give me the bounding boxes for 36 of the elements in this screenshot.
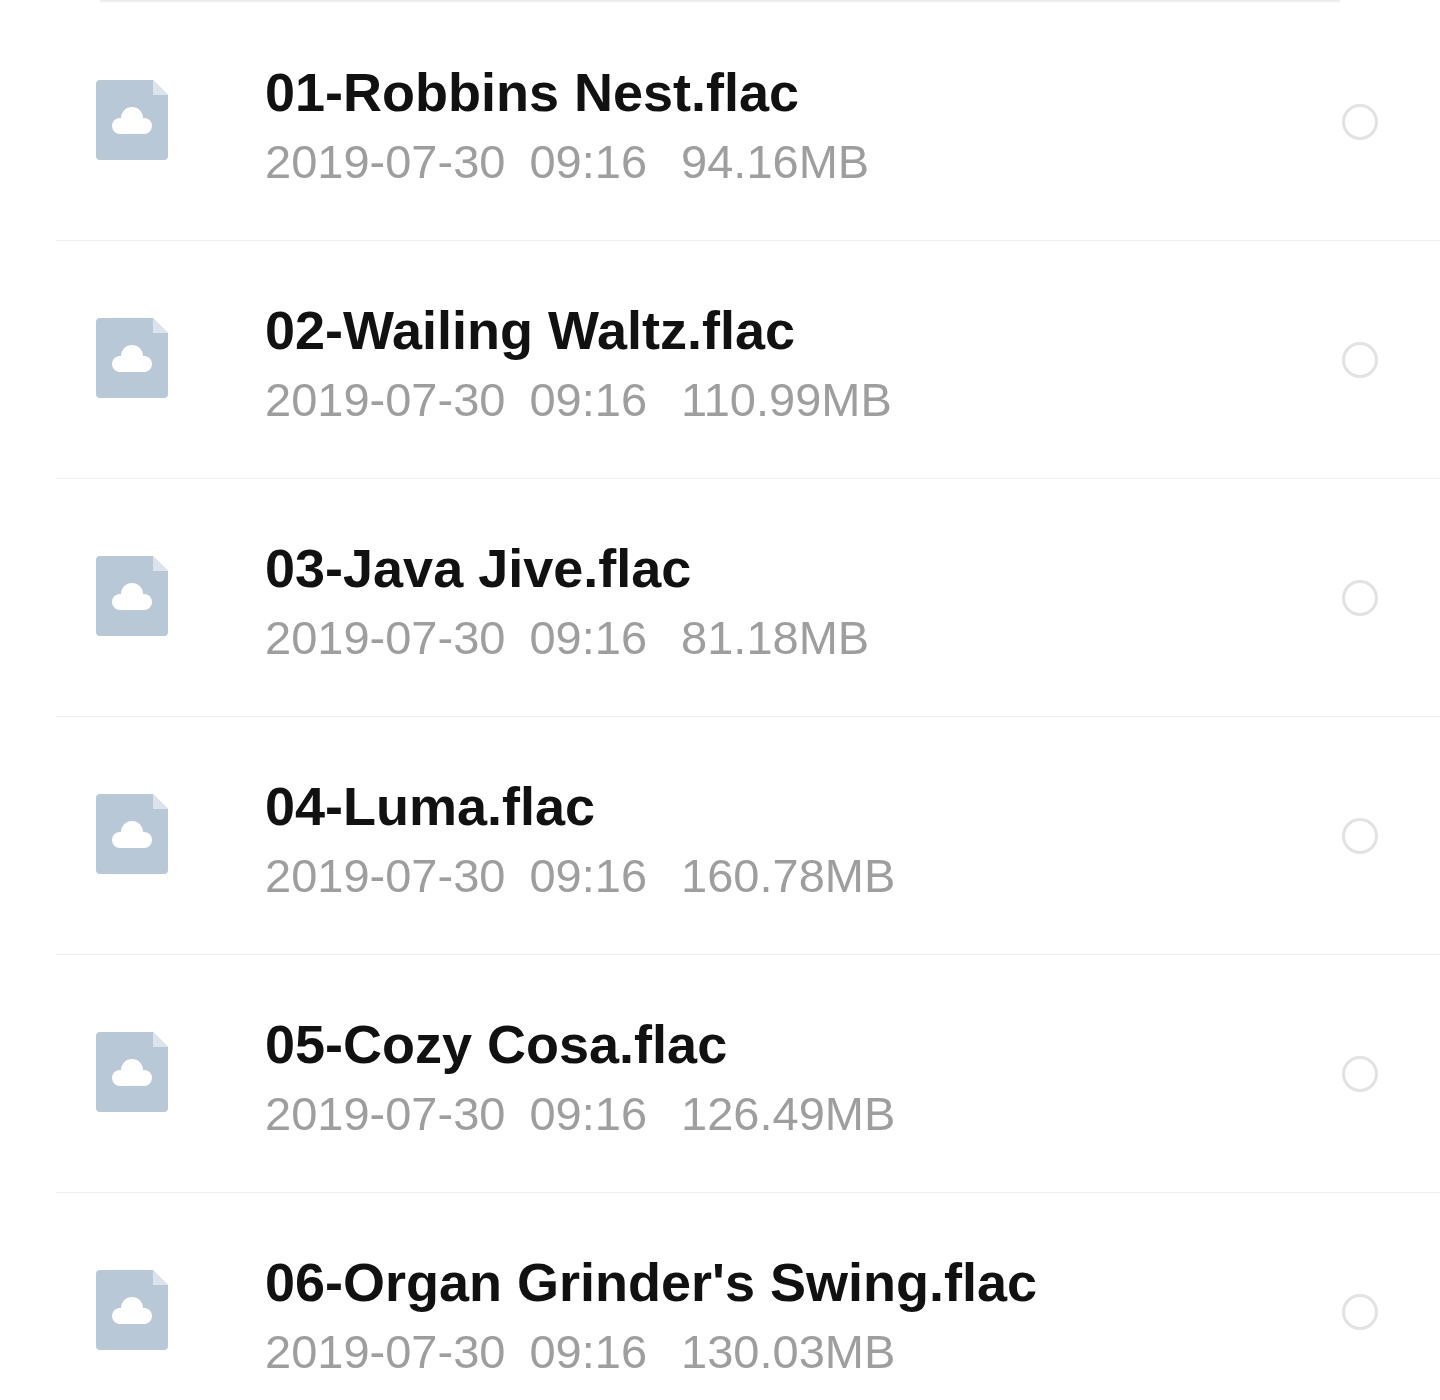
select-radio[interactable] bbox=[1342, 103, 1378, 140]
file-size: 126.49MB bbox=[681, 1086, 896, 1142]
file-size: 110.99MB bbox=[681, 372, 892, 428]
cloud-file-icon bbox=[96, 80, 168, 160]
file-time: 09:16 bbox=[529, 372, 648, 428]
file-size: 160.78MB bbox=[681, 848, 896, 904]
file-time: 09:16 bbox=[529, 1086, 648, 1142]
file-date: 2019-07-30 bbox=[265, 134, 506, 190]
file-date: 2019-07-30 bbox=[265, 610, 506, 666]
select-radio[interactable] bbox=[1342, 817, 1378, 854]
cloud-file-icon bbox=[96, 1270, 168, 1350]
select-radio[interactable] bbox=[1342, 1055, 1378, 1092]
select-radio[interactable] bbox=[1342, 1293, 1378, 1330]
file-name: 03-Java Jive.flac bbox=[265, 537, 692, 599]
file-name: 05-Cozy Cosa.flac bbox=[265, 1013, 728, 1075]
file-size: 81.18MB bbox=[681, 610, 870, 666]
file-time: 09:16 bbox=[529, 610, 648, 666]
file-size: 130.03MB bbox=[681, 1324, 896, 1380]
file-name: 02-Wailing Waltz.flac bbox=[265, 299, 796, 361]
file-time: 09:16 bbox=[529, 134, 648, 190]
file-time: 09:16 bbox=[529, 1324, 648, 1380]
file-name: 04-Luma.flac bbox=[265, 775, 596, 837]
cloud-file-icon bbox=[96, 318, 168, 398]
file-size: 94.16MB bbox=[681, 134, 870, 190]
file-name: 06-Organ Grinder's Swing.flac bbox=[265, 1251, 1038, 1313]
file-date: 2019-07-30 bbox=[265, 1086, 506, 1142]
file-name: 01-Robbins Nest.flac bbox=[265, 61, 800, 123]
cloud-file-icon bbox=[96, 556, 168, 636]
cloud-file-icon bbox=[96, 794, 168, 874]
file-time: 09:16 bbox=[529, 848, 648, 904]
select-radio[interactable] bbox=[1342, 341, 1378, 378]
file-date: 2019-07-30 bbox=[265, 372, 506, 428]
file-date: 2019-07-30 bbox=[265, 848, 506, 904]
cloud-file-icon bbox=[96, 1032, 168, 1112]
file-date: 2019-07-30 bbox=[265, 1324, 506, 1380]
select-radio[interactable] bbox=[1342, 579, 1378, 616]
